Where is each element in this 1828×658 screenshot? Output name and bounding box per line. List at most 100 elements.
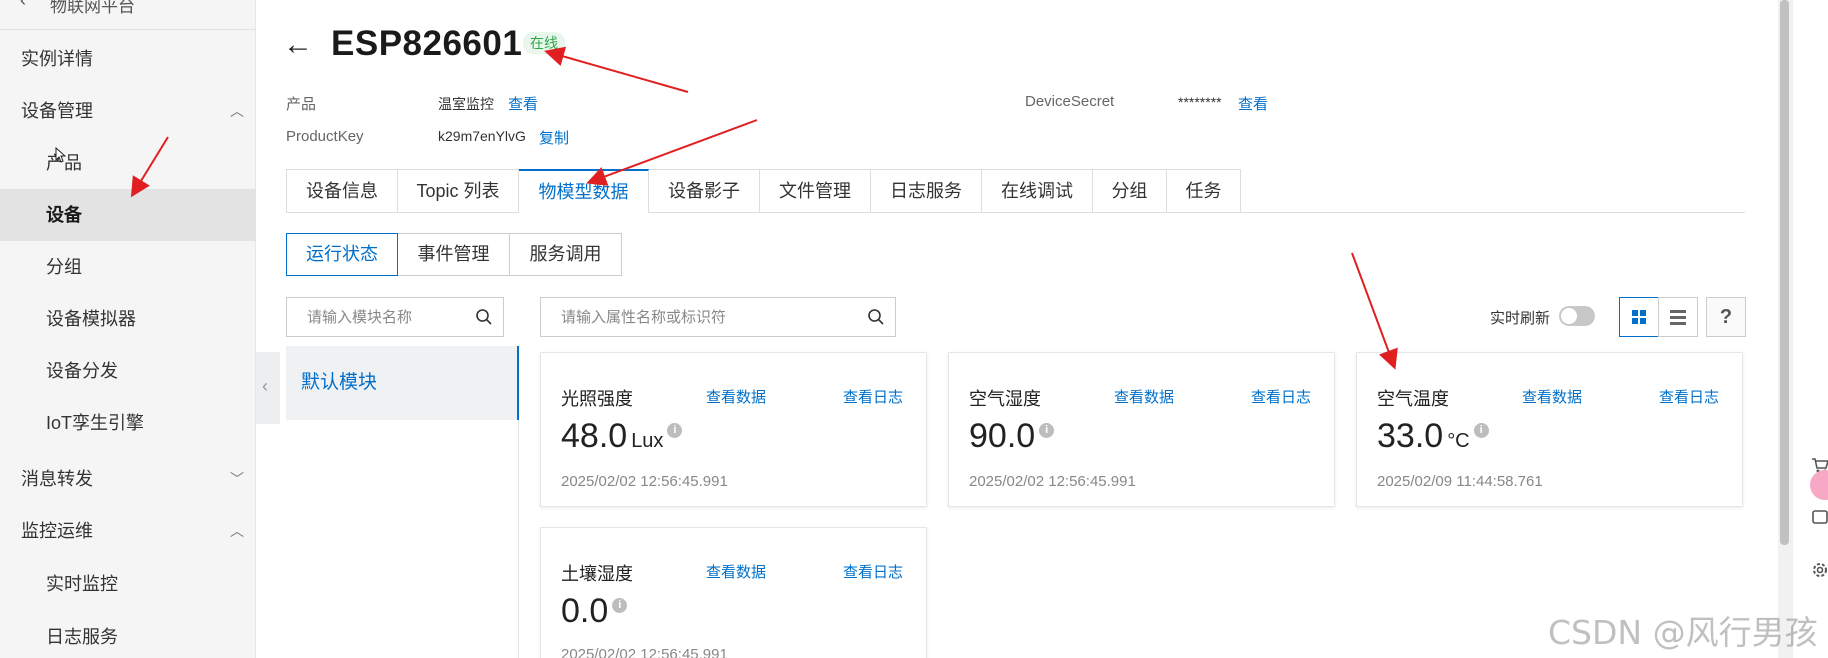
sidebar-item-label: 实时监控 — [46, 574, 118, 594]
info-icon[interactable]: i — [612, 598, 628, 613]
property-name: 光照强度 — [561, 389, 633, 409]
subtab-service-invocation[interactable]: 服务调用 — [510, 233, 622, 276]
tab-device-shadow[interactable]: 设备影子 — [649, 169, 760, 213]
page-title: ESP826601 — [331, 24, 523, 63]
tab-topic-list[interactable]: Topic 列表 — [398, 169, 519, 213]
tab-device-info[interactable]: 设备信息 — [286, 169, 398, 213]
info-icon[interactable]: i — [667, 423, 683, 438]
view-data-link[interactable]: 查看数据 — [1522, 386, 1582, 407]
help-button[interactable]: ? — [1706, 297, 1746, 337]
info-icon[interactable]: i — [1473, 423, 1489, 438]
module-search-input[interactable] — [287, 298, 503, 336]
sidebar-item-product[interactable]: 产品 — [0, 137, 256, 189]
sidebar-item-label: 设备分发 — [46, 361, 118, 381]
grid-icon — [1632, 310, 1646, 324]
sidebar-item-device-management[interactable]: 设备管理 ︿ — [0, 85, 256, 137]
sidebar-item-device-simulator[interactable]: 设备模拟器 — [0, 293, 256, 345]
view-data-link[interactable]: 查看数据 — [706, 386, 766, 407]
view-log-link[interactable]: 查看日志 — [1659, 386, 1719, 407]
toggle-knob — [1561, 308, 1577, 324]
message-icon[interactable] — [1810, 508, 1828, 528]
sidebar-item-message-forwarding[interactable]: 消息转发 ﹀ — [0, 453, 256, 505]
realtime-refresh-label: 实时刷新 — [1490, 310, 1551, 327]
sidebar-title: 物联网平台 — [50, 0, 135, 16]
sidebar-item-label: IoT孪生引擎 — [46, 413, 145, 433]
sidebar-item-label: 分组 — [46, 257, 82, 277]
tab-log-service[interactable]: 日志服务 — [871, 169, 982, 213]
property-timestamp: 2025/02/02 12:56:45.991 — [561, 646, 728, 658]
property-card-air-temperature: 空气温度 查看数据 查看日志 33.0 °C i 2025/02/09 11:44:… — [1356, 352, 1743, 507]
scrollbar-thumb[interactable] — [1780, 0, 1789, 545]
status-badge: 在线 — [523, 32, 565, 54]
devicesecret-label: DeviceSecret — [1025, 93, 1115, 110]
list-view-button[interactable] — [1658, 297, 1698, 337]
mouse-cursor-icon — [55, 147, 66, 163]
devicesecret-view-link[interactable]: 查看 — [1238, 93, 1268, 114]
sidebar-item-monitoring-ops[interactable]: 监控运维 ︿ — [0, 505, 256, 557]
property-timestamp: 2025/02/02 12:56:45.991 — [969, 473, 1136, 490]
view-log-link[interactable]: 查看日志 — [1251, 386, 1311, 407]
sidebar-item-instance-detail[interactable]: 实例详情 — [0, 33, 256, 85]
sidebar-item-group[interactable]: 分组 — [0, 241, 256, 293]
devicesecret-value: ******** — [1178, 94, 1222, 110]
annotation-arrow-temperature — [1351, 252, 1398, 370]
property-value-row: 48.0 Lux i — [561, 417, 683, 456]
property-card-air-humidity: 空气湿度 查看数据 查看日志 90.0 i 2025/02/02 12:56:45… — [948, 352, 1335, 507]
tab-online-debug[interactable]: 在线调试 — [982, 169, 1093, 213]
view-log-link[interactable]: 查看日志 — [843, 386, 903, 407]
sidebar-collapse-handle[interactable]: ‹ — [256, 352, 280, 424]
property-unit: °C — [1447, 430, 1470, 452]
tab-thing-model-data[interactable]: 物模型数据 — [519, 169, 649, 213]
chevron-down-icon: ﹀ — [230, 471, 244, 487]
property-value-row: 33.0 °C i — [1377, 417, 1489, 456]
sidebar-item-label: 监控运维 — [21, 521, 93, 541]
chevron-left-icon: ‹ — [262, 376, 268, 396]
sidebar-item-iot-twin-engine[interactable]: IoT孪生引擎 — [0, 397, 256, 449]
sidebar-item-device-distribution[interactable]: 设备分发 — [0, 345, 256, 397]
property-timestamp: 2025/02/09 11:44:58.761 — [1377, 473, 1543, 490]
property-value-row: 0.0 i — [561, 592, 628, 631]
tab-task[interactable]: 任务 — [1167, 169, 1241, 213]
back-arrow-icon[interactable]: ← — [283, 28, 313, 62]
view-log-link[interactable]: 查看日志 — [843, 561, 903, 582]
search-icon[interactable] — [475, 308, 493, 331]
gear-icon[interactable] — [1810, 560, 1828, 580]
annotation-arrow-status — [544, 46, 689, 93]
property-card-soil-humidity: 土壤湿度 查看数据 查看日志 0.0 i 2025/02/02 12:56:45.… — [540, 527, 927, 658]
back-chevron-icon[interactable]: ‹ — [20, 0, 26, 11]
chevron-up-icon: ︿ — [230, 103, 244, 119]
productkey-value: k29m7enYlvG — [438, 128, 526, 144]
property-value: 90.0 — [969, 417, 1036, 455]
sidebar-item-realtime-monitoring[interactable]: 实时监控 — [0, 558, 256, 610]
property-search-input[interactable] — [541, 298, 895, 336]
sidebar-item-device[interactable]: 设备 — [0, 189, 256, 241]
property-timestamp: 2025/02/02 12:56:45.991 — [561, 473, 728, 490]
tab-file-management[interactable]: 文件管理 — [760, 169, 871, 213]
watermark: CSDN @风行男孩 — [1548, 613, 1818, 652]
property-name: 土壤湿度 — [561, 564, 633, 584]
subtab-running-status[interactable]: 运行状态 — [286, 233, 398, 276]
search-icon[interactable] — [867, 308, 885, 331]
view-data-link[interactable]: 查看数据 — [1114, 386, 1174, 407]
tab-group[interactable]: 分组 — [1093, 169, 1167, 213]
info-icon[interactable]: i — [1039, 423, 1055, 438]
product-view-link[interactable]: 查看 — [508, 93, 538, 114]
subtab-event-management[interactable]: 事件管理 — [398, 233, 510, 276]
chevron-up-icon: ︿ — [230, 523, 244, 539]
property-value-row: 90.0 i — [969, 417, 1055, 456]
sidebar-header[interactable]: ‹ 物联网平台 — [0, 0, 256, 30]
list-icon — [1670, 310, 1686, 325]
realtime-refresh-toggle[interactable] — [1559, 306, 1595, 326]
property-search — [540, 297, 896, 337]
grid-view-button[interactable] — [1619, 297, 1659, 337]
module-search — [286, 297, 504, 337]
property-name: 空气湿度 — [969, 389, 1041, 409]
tab-bar: 设备信息 Topic 列表 物模型数据 设备影子 文件管理 日志服务 在线调试 … — [286, 169, 1745, 213]
property-name: 空气温度 — [1377, 389, 1449, 409]
sidebar-item-log-service[interactable]: 日志服务 — [0, 611, 256, 658]
view-data-link[interactable]: 查看数据 — [706, 561, 766, 582]
product-value: 温室监控 — [438, 96, 494, 112]
productkey-copy-link[interactable]: 复制 — [539, 127, 569, 148]
module-item-default[interactable]: 默认模块 — [286, 346, 519, 420]
property-value: 0.0 — [561, 592, 609, 630]
